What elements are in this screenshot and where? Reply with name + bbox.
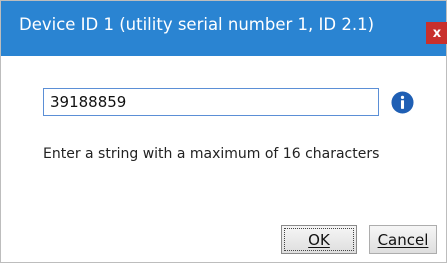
close-button[interactable]: x [426, 22, 447, 44]
dialog-window: Device ID 1 (utility serial number 1, ID… [0, 0, 447, 263]
ok-button-label: OK [308, 230, 330, 249]
cancel-button-label: Cancel [377, 230, 429, 249]
close-icon: x [432, 25, 442, 41]
dialog-title: Device ID 1 (utility serial number 1, ID… [19, 15, 375, 34]
device-id-input[interactable] [43, 88, 379, 116]
title-bar: Device ID 1 (utility serial number 1, ID… [1, 1, 446, 56]
hint-text: Enter a string with a maximum of 16 char… [43, 146, 380, 162]
cancel-button[interactable]: Cancel [369, 225, 437, 254]
ok-button[interactable]: OK [281, 225, 357, 254]
info-icon[interactable] [391, 91, 414, 114]
